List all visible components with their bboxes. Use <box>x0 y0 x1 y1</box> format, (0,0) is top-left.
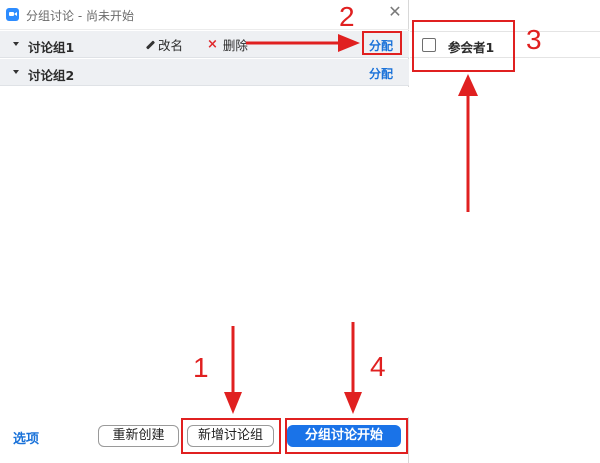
highlight-start <box>285 418 408 454</box>
close-icon[interactable]: ✕ <box>388 4 402 20</box>
step-number-1: 1 <box>193 352 209 383</box>
zoom-app-icon <box>6 8 19 21</box>
group-name: 讨论组1 <box>28 40 75 55</box>
group-row-2[interactable]: 讨论组2 分配 <box>0 59 409 86</box>
pencil-icon <box>145 39 156 50</box>
assign-link-group-2[interactable]: 分配 <box>369 65 393 82</box>
group-row-1[interactable]: 讨论组1 改名 × 删除 分配 <box>0 31 409 58</box>
caret-down-icon[interactable] <box>13 42 19 46</box>
highlight-participant <box>412 20 515 72</box>
step-number-3: 3 <box>526 24 542 55</box>
highlight-add-group <box>181 418 281 454</box>
options-link[interactable]: 选项 <box>13 428 39 447</box>
step-number-4: 4 <box>370 351 386 382</box>
window-title: 分组讨论 - 尚未开始 <box>26 9 134 23</box>
rename-button[interactable]: 改名 <box>145 36 184 53</box>
delete-x-icon: × <box>207 37 218 52</box>
recreate-button[interactable]: 重新创建 <box>98 425 179 447</box>
delete-label: 删除 <box>222 38 248 53</box>
breakout-rooms-dialog: 分组讨论 - 尚未开始 ✕ 讨论组1 改名 × 删除 分配 讨论组2 分配 选项… <box>0 0 409 463</box>
caret-down-icon[interactable] <box>13 70 19 74</box>
step-number-2: 2 <box>339 1 355 32</box>
arrow-to-participant <box>458 74 478 212</box>
highlight-assign <box>362 31 402 55</box>
delete-button[interactable]: × 删除 <box>207 36 248 53</box>
rename-label: 改名 <box>158 38 184 53</box>
group-name: 讨论组2 <box>28 68 75 83</box>
